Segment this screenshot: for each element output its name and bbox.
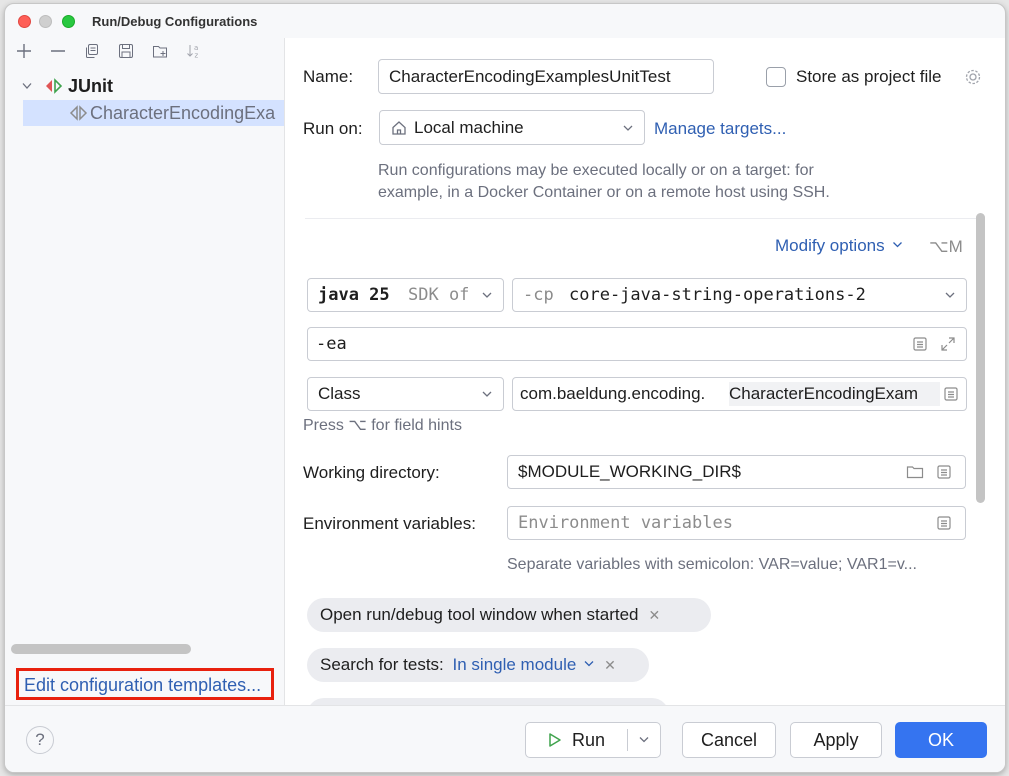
apply-button[interactable]: Apply — [790, 722, 882, 758]
svg-text:z: z — [195, 52, 199, 60]
close-icon[interactable]: ✕ — [648, 607, 660, 623]
tree-node-configuration-label: CharacterEncodingExa — [90, 103, 276, 123]
modify-options-dropdown[interactable]: Modify options — [775, 236, 903, 258]
help-button[interactable]: ? — [26, 726, 54, 754]
chevron-down-icon[interactable] — [22, 82, 32, 90]
expand-icon[interactable] — [940, 336, 956, 352]
chevron-down-icon — [482, 391, 492, 397]
field-hints-text: Press ⌥ for field hints — [303, 417, 462, 434]
classpath-module-value: core-java-string-operations-2 — [569, 285, 866, 305]
configuration-tree-panel: az JUnit CharacterEncodingExa Edit confi… — [5, 38, 285, 705]
add-icon[interactable] — [13, 40, 35, 62]
open-tool-window-label: Open run/debug tool window when started — [320, 605, 639, 624]
chevron-down-icon — [893, 242, 903, 248]
option-chip-search-for-tests[interactable]: Search for tests: In single module ✕ — [307, 648, 649, 682]
name-input-value: CharacterEncodingExamplesUnitTest — [389, 66, 671, 86]
manage-targets-link[interactable]: Manage targets... — [654, 119, 786, 139]
option-chip-partial[interactable] — [307, 698, 669, 705]
tree-node-junit[interactable]: JUnit — [5, 73, 284, 99]
run-on-hint-line-2: example, in a Docker Container or on a r… — [378, 184, 830, 201]
minimize-window-button[interactable] — [39, 15, 52, 28]
close-icon[interactable]: ✕ — [604, 657, 616, 673]
junit-icon — [46, 78, 63, 94]
close-window-button[interactable] — [18, 15, 31, 28]
environment-variables-input[interactable]: Environment variables — [507, 506, 966, 540]
run-on-label: Run on: — [303, 119, 363, 138]
configuration-editor: Name: CharacterEncodingExamplesUnitTest … — [285, 38, 1005, 705]
run-button[interactable]: Run — [526, 723, 627, 757]
remove-icon[interactable] — [47, 40, 69, 62]
chevron-down-icon — [639, 737, 649, 743]
store-as-project-file-checkbox[interactable] — [766, 67, 786, 87]
search-for-tests-label: Search for tests: — [320, 655, 444, 674]
home-icon — [392, 121, 406, 135]
chevron-down-icon — [623, 125, 633, 131]
test-class-name: CharacterEncodingExam — [729, 382, 940, 406]
tree-node-junit-label: JUnit — [68, 76, 113, 96]
chevron-down-icon — [482, 292, 492, 298]
jre-value: java 25 — [318, 285, 390, 305]
jre-select[interactable]: java 25 SDK of — [307, 278, 504, 312]
environment-variables-label: Environment variables: — [303, 514, 476, 533]
name-label: Name: — [303, 67, 354, 86]
new-folder-icon[interactable] — [149, 40, 171, 62]
tree-node-configuration[interactable]: CharacterEncodingExa — [23, 100, 284, 126]
text-area-icon[interactable] — [912, 336, 928, 352]
environment-variables-hint: Separate variables with semicolon: VAR=v… — [507, 556, 917, 573]
tree-horizontal-scrollbar[interactable] — [11, 644, 191, 654]
run-button-group: Run — [525, 722, 661, 758]
chevron-down-icon — [584, 661, 594, 667]
text-area-icon[interactable] — [943, 386, 959, 402]
jre-suffix: SDK of — [408, 285, 470, 305]
tree-toolbar: az — [5, 38, 284, 66]
search-for-tests-value[interactable]: In single module — [453, 655, 577, 674]
sort-icon[interactable]: az — [183, 40, 205, 62]
run-on-select[interactable]: Local machine — [379, 110, 645, 145]
classpath-module-select[interactable]: -cp core-java-string-operations-2 — [512, 278, 967, 312]
test-kind-select[interactable]: Class — [307, 377, 504, 411]
run-on-value: Local machine — [414, 117, 524, 137]
test-class-input[interactable]: com.baeldung.encoding. CharacterEncoding… — [512, 377, 967, 411]
run-button-label: Run — [572, 730, 606, 750]
title-bar: Run/Debug Configurations — [5, 4, 1005, 38]
zoom-window-button[interactable] — [62, 15, 75, 28]
working-directory-label: Working directory: — [303, 463, 440, 482]
run-on-hint-line-1: Run configurations may be executed local… — [378, 162, 814, 179]
vm-options-value: -ea — [316, 334, 347, 354]
name-input[interactable]: CharacterEncodingExamplesUnitTest — [378, 59, 714, 94]
environment-variables-placeholder: Environment variables — [518, 513, 733, 533]
window-title: Run/Debug Configurations — [92, 14, 258, 29]
dialog-footer: ? Run Cancel Apply OK — [5, 705, 1005, 772]
vm-options-input[interactable]: -ea — [307, 327, 967, 361]
classpath-prefix: -cp — [523, 285, 554, 305]
chevron-down-icon — [945, 292, 955, 298]
run-options-dropdown[interactable] — [628, 723, 660, 757]
text-area-icon[interactable] — [936, 515, 952, 531]
save-icon[interactable] — [115, 40, 137, 62]
run-debug-dialog: Run/Debug Configurations az JUnit Charac… — [4, 3, 1006, 773]
cancel-button[interactable]: Cancel — [682, 722, 776, 758]
store-as-project-file-label: Store as project file — [796, 67, 942, 86]
junit-config-icon — [69, 105, 88, 121]
ok-button[interactable]: OK — [895, 722, 987, 758]
edit-configuration-templates-link[interactable]: Edit configuration templates... — [16, 668, 274, 700]
working-directory-input[interactable]: $MODULE_WORKING_DIR$ — [507, 455, 966, 489]
test-kind-value: Class — [318, 384, 361, 403]
test-class-package: com.baeldung.encoding. — [520, 384, 706, 403]
option-chip-open-tool-window[interactable]: Open run/debug tool window when started ✕ — [307, 598, 711, 632]
editor-vertical-scrollbar[interactable] — [976, 213, 985, 503]
folder-icon[interactable] — [906, 464, 924, 480]
modify-options-shortcut: ⌥M — [929, 237, 963, 256]
working-directory-value: $MODULE_WORKING_DIR$ — [518, 462, 741, 481]
gear-icon[interactable] — [964, 68, 982, 86]
section-divider — [305, 218, 985, 219]
copy-icon[interactable] — [81, 40, 103, 62]
modify-options-label: Modify options — [775, 236, 885, 255]
edit-templates-label: Edit configuration templates... — [24, 675, 262, 695]
text-area-icon[interactable] — [936, 464, 952, 480]
play-icon — [549, 733, 561, 747]
